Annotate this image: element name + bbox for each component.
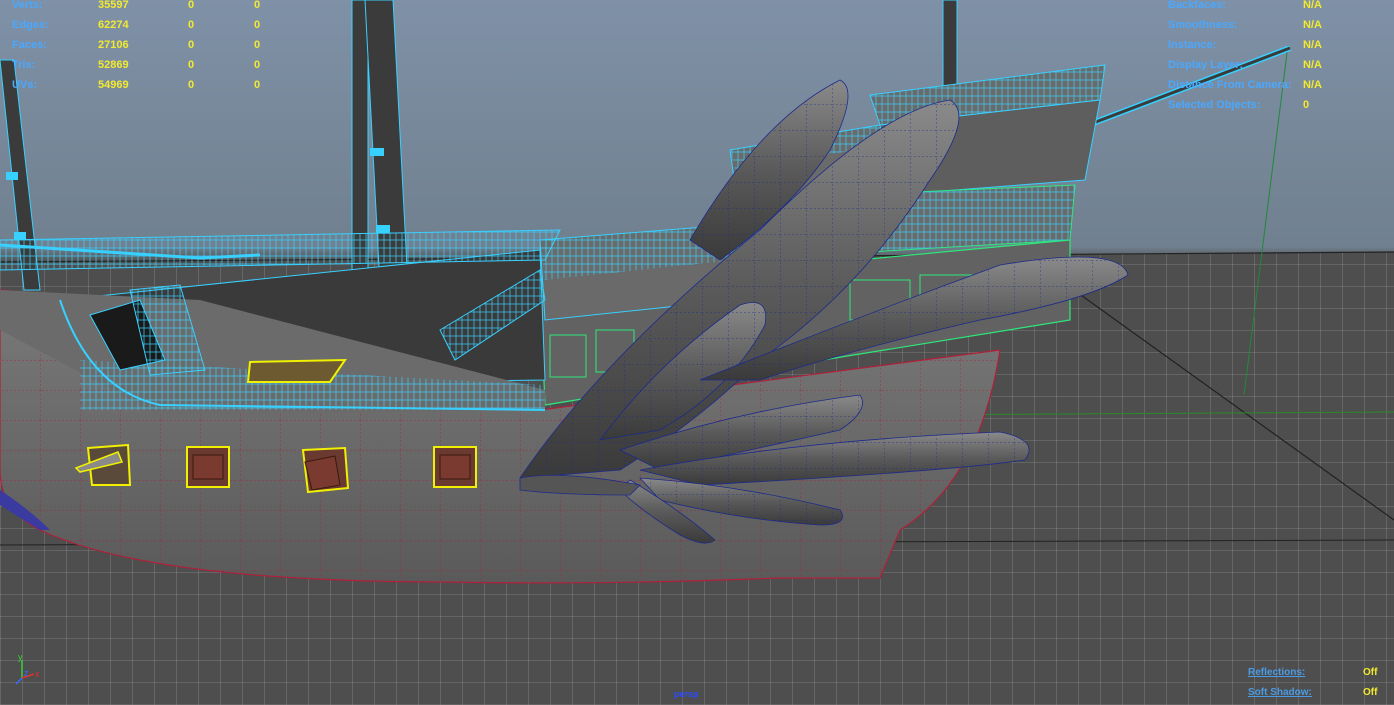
hud-info-backfaces: Backfaces: N/A (1168, 0, 1322, 15)
hud-info-value: N/A (1303, 0, 1322, 11)
hud-stat-value: 0 (188, 59, 195, 71)
hud-info-label: Selected Objects: (1168, 99, 1261, 111)
hud-stat-label: Faces: (12, 39, 47, 51)
hud-render-value: Off (1363, 667, 1378, 678)
axis-x-label: x (35, 669, 40, 679)
hud-stat-value: 0 (254, 0, 261, 11)
hud-info-value: N/A (1303, 59, 1322, 71)
hud-info-value: N/A (1303, 39, 1322, 51)
hud-stat-value: 0 (254, 59, 261, 71)
hud-stat-value: 52869 (98, 59, 129, 71)
hud-info-display-layer: Display Layer: N/A (1168, 55, 1322, 75)
hud-stat-edges: Edges: 62274 0 0 (12, 15, 294, 35)
hud-render-label: Reflections: (1248, 667, 1306, 678)
hud-stat-label: Verts: (12, 0, 43, 11)
hud-info-label: Distance From Camera: (1168, 79, 1292, 91)
axis-z-label: z (24, 668, 29, 678)
hud-info-value: N/A (1303, 79, 1322, 91)
hud-info-value: 0 (1303, 99, 1310, 111)
hud-stat-label: Tris: (12, 59, 36, 71)
hud-info-value: N/A (1303, 19, 1322, 31)
hud-info-label: Smoothness: (1168, 19, 1238, 31)
hud-stat-faces: Faces: 27106 0 0 (12, 35, 294, 55)
hud-info-label: Display Layer: (1168, 59, 1244, 71)
hud-info-instance: Instance: N/A (1168, 35, 1322, 55)
hud-info-selected-objects: Selected Objects: 0 (1168, 95, 1322, 115)
hud-stat-label: UVs: (12, 79, 38, 91)
hud-stat-value: 54969 (98, 79, 129, 91)
hud-stat-value: 27106 (98, 39, 129, 51)
hud-stat-value: 62274 (98, 19, 129, 31)
gun-port (186, 446, 230, 488)
hud-info-distance-from-camera: Distance From Camera: N/A (1168, 75, 1322, 95)
hud-render-value: Off (1363, 687, 1378, 698)
hud-stat-value: 0 (254, 39, 261, 51)
hud-stat-label: Edges: (12, 19, 49, 31)
hud-stats-panel: Verts: 35597 0 0 Edges: 62274 0 0 Faces:… (12, 0, 294, 95)
hud-render-reflections: Reflections: Off (1248, 663, 1377, 683)
axis-y-label: y (18, 652, 23, 662)
hud-info-label: Instance: (1168, 39, 1217, 51)
hud-render-info-panel: Reflections: Off Soft Shadow: Off (1248, 663, 1377, 703)
camera-name-label: persp (674, 689, 699, 699)
hud-render-label: Soft Shadow: (1248, 687, 1312, 698)
hud-stat-value: 0 (188, 0, 195, 11)
hud-stat-value: 0 (254, 19, 261, 31)
hud-stat-value: 0 (188, 79, 195, 91)
hud-stat-value: 0 (188, 19, 195, 31)
hud-stat-value: 35597 (98, 0, 129, 11)
hud-info-smoothness: Smoothness: N/A (1168, 15, 1322, 35)
gun-port (433, 446, 477, 488)
axis-gizmo-icon: y z x (15, 652, 40, 685)
hud-stat-verts: Verts: 35597 0 0 (12, 0, 294, 15)
hud-render-soft-shadow: Soft Shadow: Off (1248, 683, 1377, 703)
perspective-viewport[interactable]: Verts: 35597 0 0 Edges: 62274 0 0 Faces:… (0, 0, 1394, 705)
hud-stat-value: 0 (188, 39, 195, 51)
hud-stat-value: 0 (254, 79, 261, 91)
hud-object-info-panel: Backfaces: N/A Smoothness: N/A Instance:… (1168, 0, 1322, 115)
hud-stat-tris: Tris: 52869 0 0 (12, 55, 294, 75)
gun-port (301, 446, 350, 494)
hud-info-label: Backfaces: (1168, 0, 1227, 11)
hud-stat-uvs: UVs: 54969 0 0 (12, 75, 294, 95)
